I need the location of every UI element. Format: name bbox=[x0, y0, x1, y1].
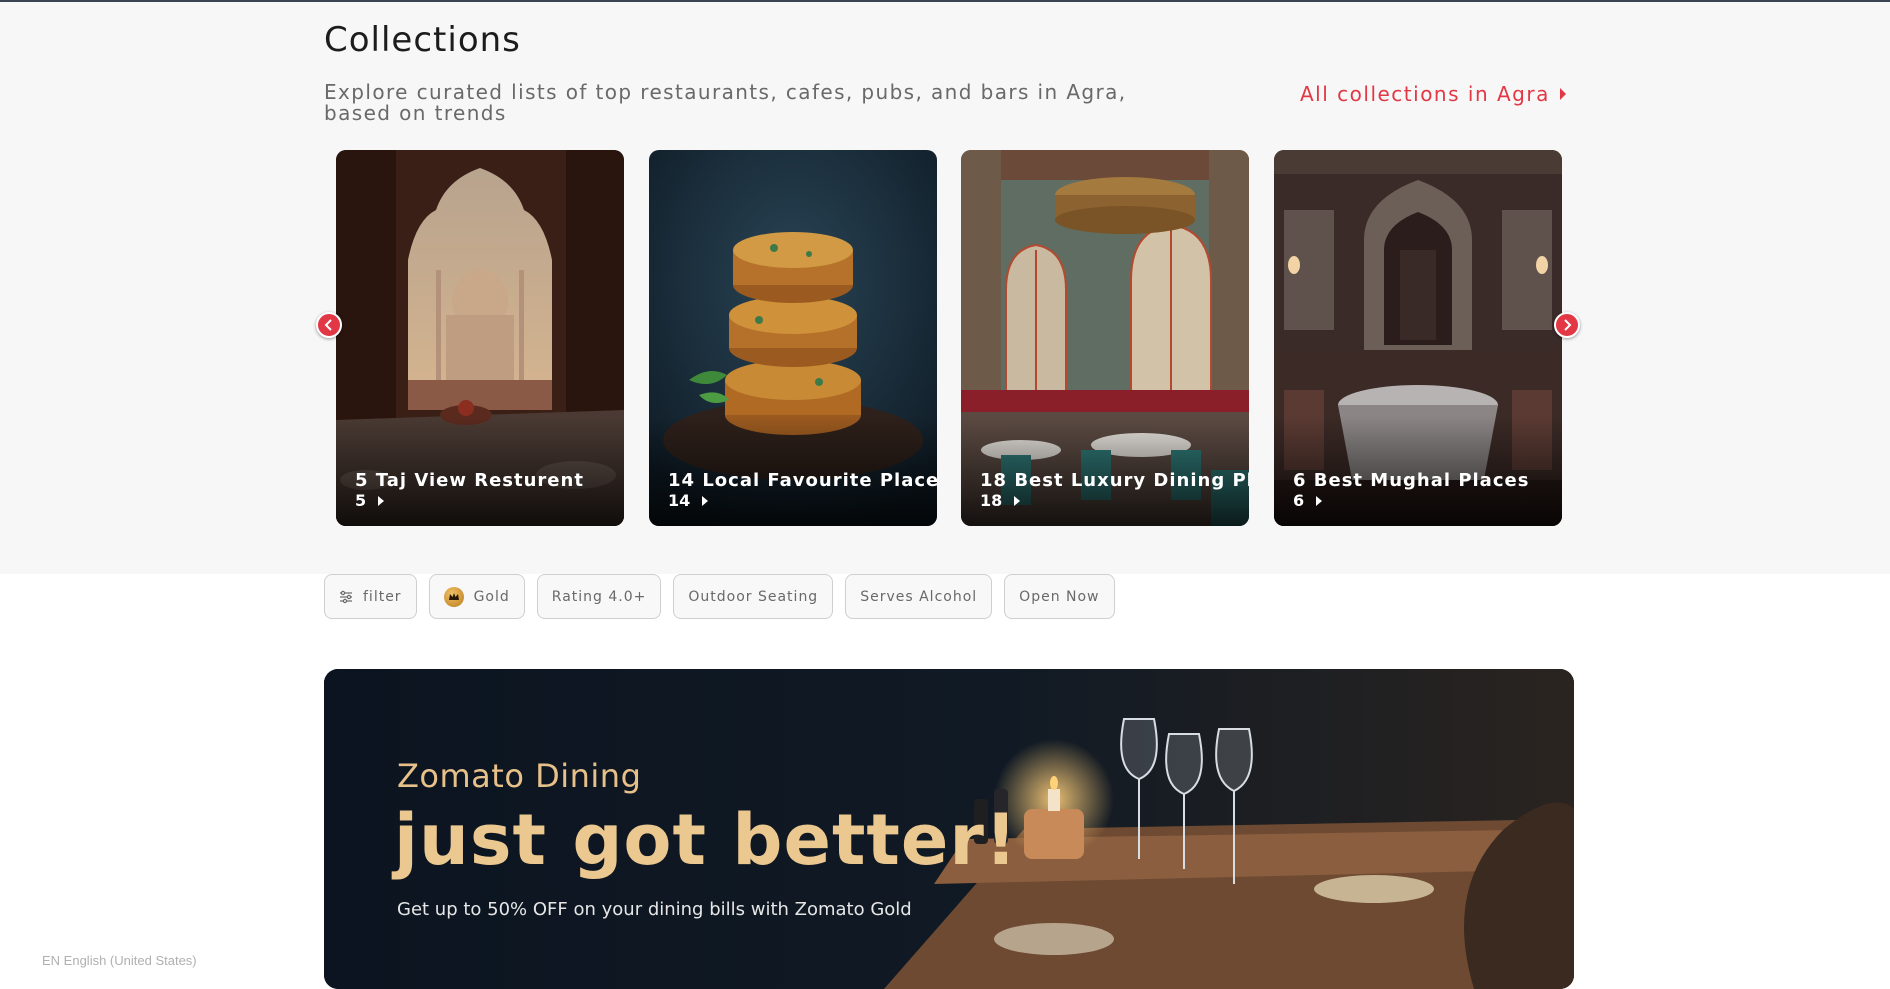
collection-card-local-favourite[interactable]: 14 Local Favourite Places 14 bbox=[649, 150, 937, 526]
language-bar: EN English (United States) bbox=[0, 951, 260, 973]
collections-subtitle: Explore curated lists of top restaurants… bbox=[324, 82, 1144, 124]
filter-label: Open Now bbox=[1019, 589, 1099, 605]
card-count: 6 bbox=[1293, 491, 1322, 510]
collections-section: Collections Explore curated lists of top… bbox=[0, 2, 1890, 574]
card-count-value: 6 bbox=[1293, 491, 1304, 510]
banner-kicker: Zomato Dining bbox=[397, 757, 641, 795]
sliders-icon bbox=[339, 590, 353, 604]
filter-label: Outdoor Seating bbox=[688, 589, 818, 605]
filter-chip-gold[interactable]: Gold bbox=[429, 574, 525, 619]
card-title: 18 Best Luxury Dining Places bbox=[980, 470, 1249, 491]
card-count: 14 bbox=[668, 491, 708, 510]
filter-bar: filter Gold Rating 4.0+ Outdoor Seating … bbox=[324, 574, 1115, 619]
chevron-right-icon bbox=[1561, 319, 1573, 331]
filter-button[interactable]: filter bbox=[324, 574, 417, 619]
card-count-value: 14 bbox=[668, 491, 690, 510]
collection-card-mughal-places[interactable]: 6 Best Mughal Places 6 bbox=[1274, 150, 1562, 526]
filter-chip-outdoor-seating[interactable]: Outdoor Seating bbox=[673, 574, 833, 619]
banner-subtext: Get up to 50% OFF on your dining bills w… bbox=[397, 899, 912, 920]
collection-card-luxury-dining[interactable]: 18 Best Luxury Dining Places 18 bbox=[961, 150, 1249, 526]
caret-right-icon bbox=[378, 496, 384, 506]
card-count: 5 bbox=[355, 491, 384, 510]
filter-label: Gold bbox=[474, 589, 510, 605]
filter-chip-serves-alcohol[interactable]: Serves Alcohol bbox=[845, 574, 992, 619]
caret-right-icon bbox=[1014, 496, 1020, 506]
filter-label: filter bbox=[363, 589, 402, 605]
card-title: 5 Taj View Resturent bbox=[355, 470, 584, 491]
page-title: Collections bbox=[324, 20, 521, 60]
card-title: 14 Local Favourite Places bbox=[668, 470, 937, 491]
filter-chip-rating[interactable]: Rating 4.0+ bbox=[537, 574, 662, 619]
caret-right-icon bbox=[1560, 88, 1566, 100]
language-selector[interactable]: EN English (United States) bbox=[42, 953, 197, 968]
all-collections-link[interactable]: All collections in Agra bbox=[1300, 82, 1566, 106]
all-collections-label: All collections in Agra bbox=[1300, 82, 1550, 106]
zomato-gold-banner[interactable]: Zomato Dining just got better! Get up to… bbox=[324, 669, 1574, 989]
card-count-value: 5 bbox=[355, 491, 366, 510]
filter-label: Serves Alcohol bbox=[860, 589, 977, 605]
chevron-left-icon bbox=[323, 319, 335, 331]
filter-label: Rating 4.0+ bbox=[552, 589, 647, 605]
filter-chip-open-now[interactable]: Open Now bbox=[1004, 574, 1114, 619]
card-count: 18 bbox=[980, 491, 1020, 510]
gold-crown-icon bbox=[444, 587, 464, 607]
collection-card-taj-view[interactable]: 5 Taj View Resturent 5 bbox=[336, 150, 624, 526]
banner-headline: just got better! bbox=[394, 799, 1018, 881]
card-count-value: 18 bbox=[980, 491, 1002, 510]
caret-right-icon bbox=[702, 496, 708, 506]
card-title: 6 Best Mughal Places bbox=[1293, 470, 1529, 491]
carousel-next-button[interactable] bbox=[1554, 312, 1580, 338]
caret-right-icon bbox=[1316, 496, 1322, 506]
carousel-prev-button[interactable] bbox=[316, 312, 342, 338]
